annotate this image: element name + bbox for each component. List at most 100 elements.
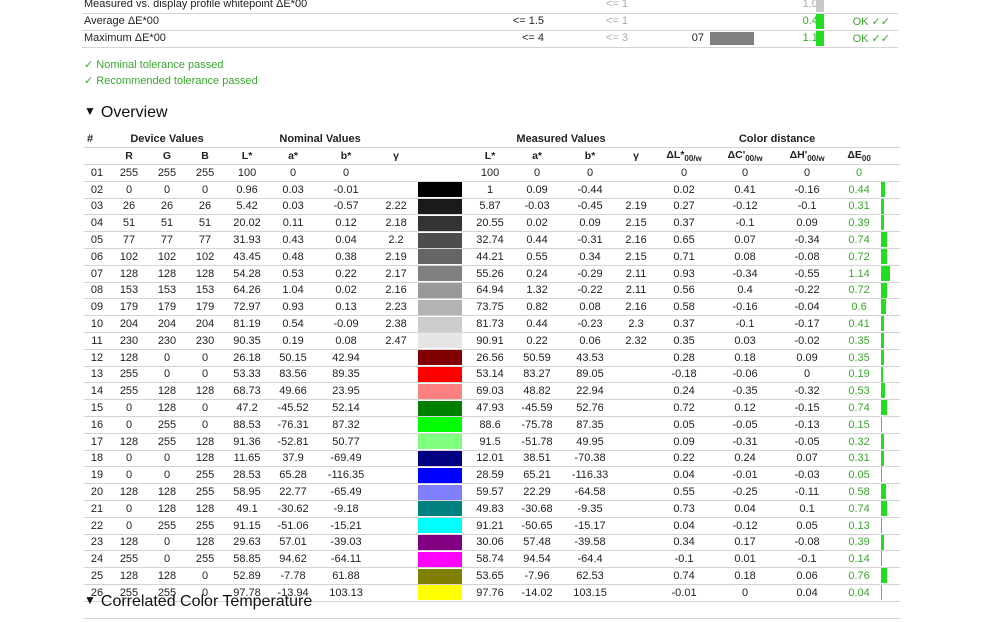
cell-R: 255 — [110, 164, 148, 182]
table-row: 20 128 128 255 58.95 22.77 -65.49 59.57 22.29 -64… — [84, 483, 901, 501]
patch-number: 23 — [84, 534, 110, 552]
cell-mb: -0.31 — [562, 231, 619, 249]
cell-dH: 0.05 — [776, 517, 839, 535]
cell-nb: 0.12 — [316, 214, 377, 233]
cell-dL: 0.65 — [654, 231, 715, 249]
cell-mb: -0.23 — [562, 315, 619, 333]
cell-na: -76.31 — [270, 416, 317, 434]
cell-dC: -0.12 — [714, 517, 777, 535]
cell-dC: -0.35 — [714, 382, 777, 401]
cell-na: 0.03 — [270, 181, 317, 199]
cell-ma: -51.78 — [512, 433, 563, 451]
cell-na: -45.52 — [270, 399, 317, 417]
cell-B: 0 — [186, 567, 225, 585]
cell-dL: 0.05 — [654, 416, 715, 434]
cell-dH: -0.32 — [776, 382, 839, 401]
overview-section-toggle[interactable]: ▼ Overview — [84, 104, 168, 122]
cell-dE: 0.53 — [838, 382, 881, 401]
cell-ng — [376, 584, 417, 602]
cell-dC: 0.04 — [714, 500, 777, 518]
color-swatch — [416, 466, 469, 485]
cell-nL: 90.35 — [224, 332, 271, 350]
cell-ng — [376, 550, 417, 569]
color-swatch — [416, 382, 469, 401]
cell-B: 0 — [186, 416, 225, 434]
cell-dC: -0.16 — [714, 298, 777, 317]
col-nominal-a: a* — [270, 147, 317, 165]
cell-nL: 11.65 — [224, 450, 271, 468]
cell-R: 204 — [110, 315, 148, 333]
color-swatch — [416, 265, 469, 283]
cell-ma: 0.24 — [512, 265, 563, 283]
cell-nb: 42.94 — [316, 349, 377, 367]
device-values-header: Device Values — [110, 131, 225, 148]
cct-heading: Correlated Color Temperature — [100, 593, 313, 610]
cell-nL: 0.96 — [224, 181, 271, 199]
delta-e-bar — [880, 231, 901, 249]
cell-G: 204 — [148, 315, 186, 333]
cell-dL: 0.58 — [654, 298, 715, 317]
summary-patch-number: 07 — [691, 32, 704, 44]
patch-number: 21 — [84, 500, 110, 518]
cell-mg — [618, 567, 655, 585]
delta-e-bar — [880, 181, 901, 199]
cell-mg — [618, 534, 655, 552]
cell-mg: 2.16 — [618, 231, 655, 249]
cell-ma: 0.55 — [512, 248, 563, 266]
cell-ma: -7.96 — [512, 567, 563, 585]
patch-number: 16 — [84, 416, 110, 434]
cell-dH: -0.03 — [776, 466, 839, 485]
cell-G: 77 — [148, 231, 186, 249]
cell-na: 0.11 — [270, 214, 317, 233]
cell-dL: 0.74 — [654, 567, 715, 585]
cell-mL: 91.5 — [468, 433, 513, 451]
cell-nL: 68.73 — [224, 382, 271, 401]
divider — [84, 618, 900, 619]
table-row: 02 0 0 0 0.96 0.03 -0.01 1 0.09 -0.44 0.02 0.41 -0.1… — [84, 181, 901, 199]
cell-dH: 0.09 — [776, 214, 839, 233]
col-nominal-l: L* — [224, 147, 271, 165]
patch-number: 13 — [84, 366, 110, 384]
color-swatch — [416, 416, 469, 434]
cell-R: 0 — [110, 500, 148, 518]
cell-dC: 0.4 — [714, 282, 777, 300]
cell-R: 255 — [110, 382, 148, 401]
cell-nL: 91.36 — [224, 433, 271, 451]
cell-dE: 0.74 — [838, 231, 881, 249]
cell-mL: 5.87 — [468, 198, 513, 216]
cell-nL: 100 — [224, 164, 271, 182]
cell-dH: -0.08 — [776, 534, 839, 552]
cell-dH: -0.05 — [776, 433, 839, 451]
cell-dC: -0.1 — [714, 214, 777, 233]
cct-section-toggle[interactable]: ▼ Correlated Color Temperature — [84, 593, 312, 611]
cell-R: 128 — [110, 567, 148, 585]
cell-nL: 43.45 — [224, 248, 271, 266]
cell-dL: 0 — [654, 164, 715, 182]
cell-dH: -0.13 — [776, 416, 839, 434]
cell-R: 0 — [110, 399, 148, 417]
cell-ng: 2.22 — [376, 198, 417, 216]
color-swatch — [416, 483, 469, 501]
summary-recommended: <= 1 — [605, 15, 628, 27]
patch-number: 07 — [84, 265, 110, 283]
cell-dH: -0.34 — [776, 231, 839, 249]
delta-e-bar — [880, 282, 901, 300]
cell-dC: 0.18 — [714, 349, 777, 367]
cell-mL: 91.21 — [468, 517, 513, 535]
cell-ma: 50.59 — [512, 349, 563, 367]
cell-G: 0 — [148, 366, 186, 384]
col-measured-l: L* — [468, 147, 513, 165]
cell-dE: 0.44 — [838, 181, 881, 199]
cell-dL: 0.28 — [654, 349, 715, 367]
cell-nb: -69.49 — [316, 450, 377, 468]
cell-ng — [376, 382, 417, 401]
cell-nb: 0.04 — [316, 231, 377, 249]
cell-G: 0 — [148, 534, 186, 552]
cell-ma: -75.78 — [512, 416, 563, 434]
cell-dL: 0.93 — [654, 265, 715, 283]
delta-e-bar — [880, 198, 901, 216]
cell-dH: 0.09 — [776, 349, 839, 367]
cell-nL: 29.63 — [224, 534, 271, 552]
cell-nL: 52.89 — [224, 567, 271, 585]
cell-nL: 5.42 — [224, 198, 271, 216]
